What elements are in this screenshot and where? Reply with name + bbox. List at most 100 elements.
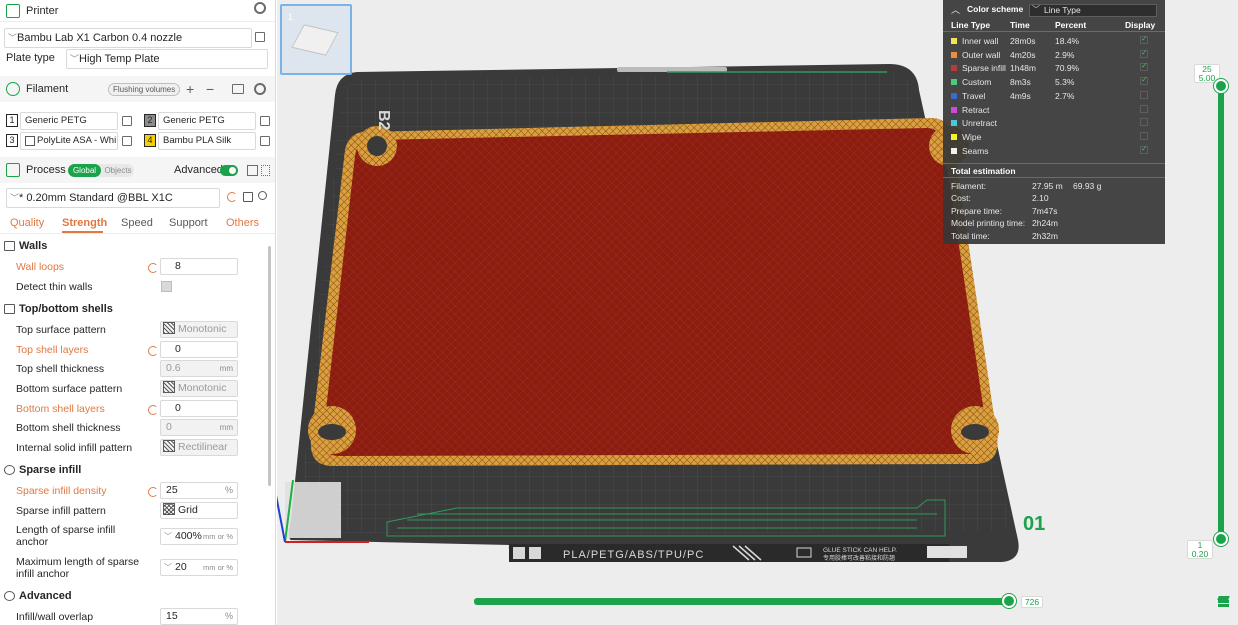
layers-icon[interactable] [1217,596,1231,608]
total-value: 2h32m [1032,230,1058,241]
search-icon[interactable] [258,191,267,200]
legend-row: Seams [943,144,1165,158]
internal-solid-infill-select[interactable]: Rectilinear [160,439,238,456]
plate-type-value: High Temp Plate [79,53,160,65]
total-row: Cost: 2.10 [943,192,1165,205]
filament-name: Generic PETG [158,112,256,130]
unit-label: % [224,611,233,621]
reset-preset-icon[interactable] [227,192,237,202]
display-checkbox[interactable] [1140,75,1148,86]
edit-filament-icon[interactable] [122,116,132,126]
tab-speed[interactable]: Speed [121,217,153,229]
edit-filament-icon[interactable] [260,116,270,126]
layer-slider-track[interactable] [1218,84,1224,539]
top-surface-pattern-select[interactable]: Monotonic ... [160,321,238,350]
save-preset-icon[interactable] [243,192,253,202]
process-preset-select[interactable]: ﹀ * 0.20mm Standard @BBL X1C [6,188,220,208]
sparse-density-input[interactable]: 25 % [160,482,238,499]
advanced-label: Advanced [174,164,223,176]
top-shell-thickness-label: Top shell thickness [16,363,105,375]
global-tab[interactable]: Global [68,164,101,177]
display-checkbox[interactable] [1140,131,1148,140]
display-checkbox[interactable] [1140,48,1148,58]
reset-icon[interactable] [148,487,158,497]
total-row: Model printing time: 2h24m [943,217,1165,230]
line-type-swatch [951,92,957,99]
detect-thin-walls-checkbox[interactable] [161,281,172,292]
bottom-surface-pattern-value: Monotonic [178,382,227,394]
edit-printer-icon[interactable] [255,32,265,42]
move-slider-track[interactable] [474,598,1011,605]
printer-settings-gear-icon[interactable] [254,2,266,14]
topbottom-title: Top/bottom shells [19,303,113,315]
pattern-icon [163,322,175,334]
total-row: Total time: 2h32m [943,230,1165,243]
reset-icon[interactable] [148,346,158,356]
filament-sync-icon[interactable] [232,84,244,94]
topbottom-group-header: Top/bottom shells [4,303,113,315]
advanced-toggle[interactable] [220,165,238,176]
reset-icon[interactable] [148,405,158,415]
edit-filament-icon[interactable] [122,136,132,146]
printer-select[interactable]: ﹀ Bambu Lab X1 Carbon 0.4 nozzle [4,28,252,48]
chevron-down-icon: ﹀ [164,532,172,541]
chevron-down-icon: ﹀ [1032,5,1040,14]
line-type-name: Travel [962,90,986,101]
settings-panel: Printer ﹀ Bambu Lab X1 Carbon 0.4 nozzle… [0,0,276,625]
line-type-name: Unretract [962,118,997,129]
tab-support[interactable]: Support [169,217,208,229]
line-type-swatch [951,79,957,86]
display-checkbox[interactable] [1140,118,1148,127]
bottom-shell-thickness-input[interactable]: 0 mm [160,419,238,436]
global-objects-toggle[interactable]: Global Objects [68,164,134,177]
top-shell-layers-input[interactable]: 0 [160,341,238,358]
flushing-volumes-button[interactable]: Flushing volumes [108,83,181,96]
remove-filament-button[interactable]: − [206,81,214,97]
line-type-name: Retract [962,104,990,115]
sparse-pattern-select[interactable]: Grid [160,502,238,519]
line-type-name: Inner wall [962,36,999,46]
max-anchor-input[interactable]: ﹀ 20 mm or % [160,559,238,576]
plate-type-select[interactable]: ﹀ High Temp Plate [66,49,268,69]
legend-row: Travel 4m9s 2.7% [943,90,1165,103]
bottom-shell-layers-input[interactable]: 0 [160,400,238,417]
collapse-icon[interactable]: ︿ [951,3,960,16]
wall-loops-input[interactable]: 8 [160,258,238,275]
tune-icon[interactable] [261,165,270,176]
line-type-swatch [951,120,957,127]
display-checkbox[interactable] [1140,34,1148,44]
header-time: Time [1010,20,1030,30]
layer-slider-bottom-handle[interactable] [1214,532,1228,546]
display-checkbox[interactable] [1140,61,1148,72]
bottom-surface-pattern-select[interactable]: Monotonic [160,380,238,397]
infill-wall-overlap-input[interactable]: 15 % [160,608,238,625]
filament-number: 2 [144,114,156,127]
bottom-shell-thickness-label: Bottom shell thickness [16,422,121,434]
compare-icon[interactable] [247,165,258,176]
layer-slider-top-handle[interactable] [1214,79,1228,93]
tab-strength[interactable]: Strength [62,217,107,229]
reset-icon[interactable] [148,263,158,273]
filament-settings-gear-icon[interactable] [254,83,266,95]
top-shell-thickness-input[interactable]: 0.6 mm [160,360,238,377]
line-type-percent: 18.4% [1055,36,1080,46]
display-checkbox[interactable] [1140,104,1148,113]
total-value-secondary: 69.93 g [1073,181,1102,191]
objects-tab[interactable]: Objects [103,164,133,177]
display-checkbox[interactable] [1140,144,1148,154]
line-type-time: 4m20s [1010,49,1036,60]
tab-quality[interactable]: Quality [10,217,44,229]
display-checkbox[interactable] [1140,90,1148,99]
add-filament-button[interactable]: + [186,81,194,97]
settings-scrollbar[interactable] [268,246,271,486]
move-slider-handle[interactable] [1002,594,1016,608]
edit-filament-icon[interactable] [260,136,270,146]
plate-thumbnail[interactable]: 1 [280,4,352,75]
preview-canvas[interactable]: B2 PLA/PETG/ABS/TPU/PC GLUE STICK CAN HE… [277,0,1238,625]
bottom-shell-layers-value: 0 [175,402,181,414]
color-scheme-select[interactable]: ﹀ Line Type [1029,4,1157,17]
tab-others[interactable]: Others [226,217,259,229]
anchor-length-input[interactable]: ﹀ 400% mm or % [160,528,238,545]
total-row: Prepare time: 7m47s [943,205,1165,218]
sparse-density-value: 25 [166,484,178,496]
